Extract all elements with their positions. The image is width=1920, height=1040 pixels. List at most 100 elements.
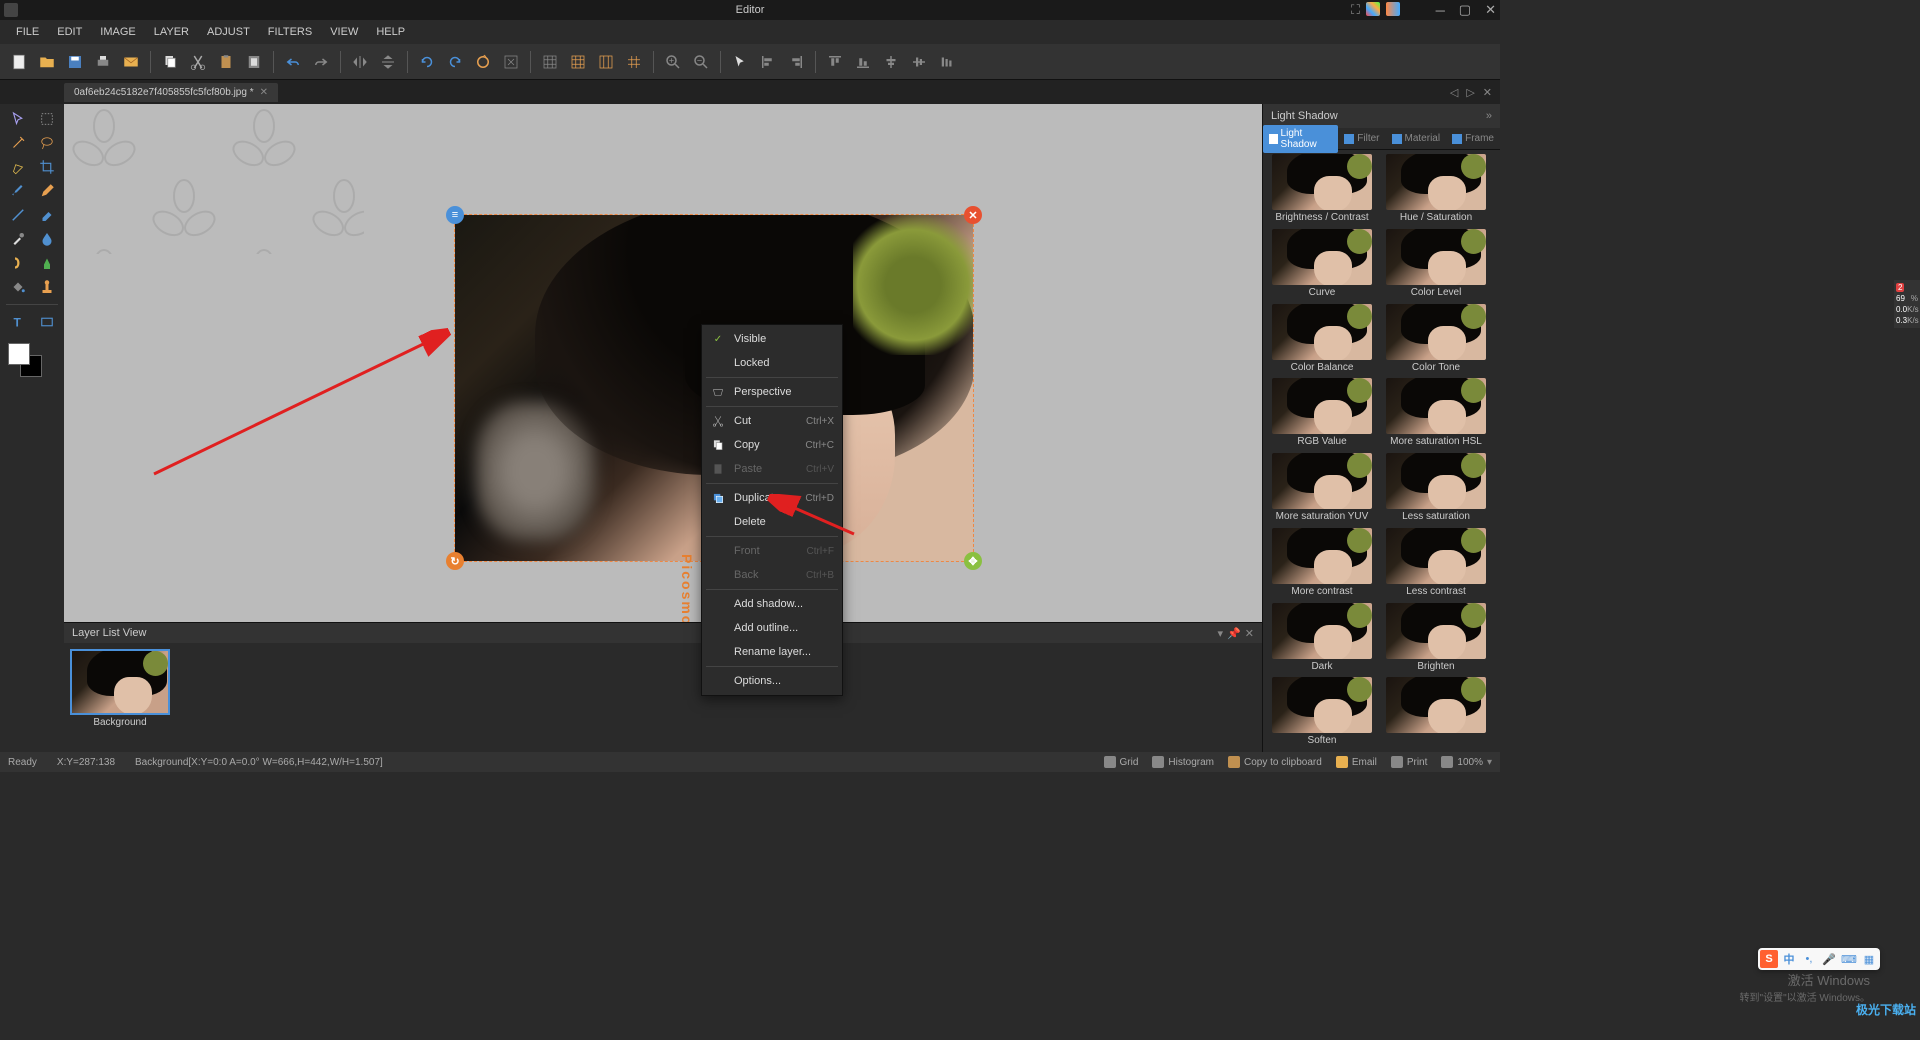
sb-print[interactable]: Print [1391,756,1428,768]
ptab-filter[interactable]: Filter [1338,130,1385,147]
grid-button[interactable] [537,49,563,75]
layer-panel-dropdown-icon[interactable]: ▾ [1218,627,1224,640]
blur-tool[interactable] [33,228,60,250]
fill-tool[interactable] [4,276,31,298]
effect-thumb[interactable]: Soften [1267,677,1377,748]
layer-menu-handle[interactable]: ≡ [446,206,464,224]
effect-thumb[interactable]: Color Balance [1267,304,1377,375]
undo-button[interactable] [280,49,306,75]
align-grid-button[interactable] [593,49,619,75]
effect-thumb[interactable]: Less saturation [1381,453,1491,524]
eraser-tool[interactable] [33,204,60,226]
pen-tool[interactable] [4,156,31,178]
ctx-rename-layer[interactable]: Rename layer... [702,640,842,664]
eyedropper-tool[interactable] [4,228,31,250]
effect-thumb[interactable]: Less contrast [1381,528,1491,599]
sb-histogram[interactable]: Histogram [1152,756,1214,768]
new-button[interactable] [6,49,32,75]
lasso-tool[interactable] [33,132,60,154]
layer-close-handle[interactable]: ✕ [964,206,982,224]
align-center-v-button[interactable] [906,49,932,75]
menu-help[interactable]: HELP [368,23,413,41]
crop-grid-button[interactable] [565,49,591,75]
wand-tool[interactable] [4,132,31,154]
layer-rotate-handle[interactable]: ↻ [446,552,464,570]
clone-tool[interactable] [33,252,60,274]
menu-filters[interactable]: FILTERS [260,23,320,41]
ptab-material[interactable]: Material [1386,130,1447,147]
maximize-button[interactable]: ▢ [1459,2,1471,18]
align-left-button[interactable] [755,49,781,75]
effect-thumb[interactable]: Brightness / Contrast [1267,154,1377,225]
align-top-button[interactable] [822,49,848,75]
select-tool[interactable] [4,108,31,130]
ctx-locked[interactable]: Locked [702,351,842,375]
document-tab[interactable]: 0af6eb24c5182e7f405855fc5fcf80b.jpg * ✕ [64,83,278,102]
redo-button[interactable] [308,49,334,75]
effect-thumb[interactable]: Hue / Saturation [1381,154,1491,225]
color-swatch[interactable] [8,343,42,377]
effect-thumb[interactable]: More saturation YUV [1267,453,1377,524]
menu-view[interactable]: VIEW [322,23,366,41]
foreground-color[interactable] [8,343,30,365]
ctx-perspective[interactable]: Perspective [702,380,842,404]
close-button[interactable]: ✕ [1485,2,1496,18]
ctx-add-shadow[interactable]: Add shadow... [702,592,842,616]
stamp-tool[interactable] [33,276,60,298]
align-bottom-button[interactable] [850,49,876,75]
effect-thumb[interactable]: Curve [1267,229,1377,300]
menu-adjust[interactable]: ADJUST [199,23,258,41]
effect-thumb[interactable]: More saturation HSL [1381,378,1491,449]
zoom-out-button[interactable] [688,49,714,75]
line-tool[interactable] [4,204,31,226]
rotate-ccw-button[interactable] [414,49,440,75]
align-right-button[interactable] [783,49,809,75]
open-button[interactable] [34,49,60,75]
rotate-free-button[interactable] [470,49,496,75]
print-button[interactable] [90,49,116,75]
clipboard-button[interactable] [241,49,267,75]
ime-keyboard-icon[interactable]: ⌨ [1840,950,1858,968]
email-button[interactable] [118,49,144,75]
copy-button[interactable] [157,49,183,75]
crop-tool[interactable] [33,156,60,178]
flip-v-button[interactable] [375,49,401,75]
effect-thumb[interactable]: More contrast [1267,528,1377,599]
zoom-in-button[interactable] [660,49,686,75]
effect-thumb[interactable] [1381,677,1491,748]
smudge-tool[interactable] [4,252,31,274]
effect-thumb[interactable]: RGB Value [1267,378,1377,449]
minimize-button[interactable]: ─ [1436,3,1445,18]
ime-grid-icon[interactable]: ▦ [1860,950,1878,968]
rotate-cw-button[interactable] [442,49,468,75]
sb-email[interactable]: Email [1336,756,1377,768]
paste-button[interactable] [213,49,239,75]
tab-prev-icon[interactable]: ◁ [1448,84,1460,101]
cut-button[interactable] [185,49,211,75]
pointer-button[interactable] [727,49,753,75]
ptab-light-shadow[interactable]: Light Shadow [1263,125,1338,153]
tab-next-icon[interactable]: ▷ [1464,84,1476,101]
layer-move-handle[interactable]: ✥ [964,552,982,570]
menu-edit[interactable]: EDIT [49,23,90,41]
tray-icon-2[interactable] [1386,2,1400,16]
ime-mic-icon[interactable]: 🎤 [1820,950,1838,968]
ime-punct-icon[interactable]: •, [1800,950,1818,968]
ptab-frame[interactable]: Frame [1446,130,1500,147]
sb-grid[interactable]: Grid [1104,756,1139,768]
save-button[interactable] [62,49,88,75]
ime-bar[interactable]: S 中 •, 🎤 ⌨ ▦ [1758,948,1880,970]
text-tool[interactable]: T [4,311,31,333]
ime-s-icon[interactable]: S [1760,950,1778,968]
menu-layer[interactable]: LAYER [146,23,197,41]
ctx-add-outline[interactable]: Add outline... [702,616,842,640]
align-center-h-button[interactable] [878,49,904,75]
menu-file[interactable]: FILE [8,23,47,41]
effect-thumb[interactable]: Brighten [1381,603,1491,674]
ctx-visible[interactable]: ✓Visible [702,327,842,351]
shape-tool[interactable] [33,311,60,333]
sb-clipboard[interactable]: Copy to clipboard [1228,756,1322,768]
distribute-button[interactable] [934,49,960,75]
ime-zh-icon[interactable]: 中 [1780,950,1798,968]
effect-thumb[interactable]: Color Level [1381,229,1491,300]
